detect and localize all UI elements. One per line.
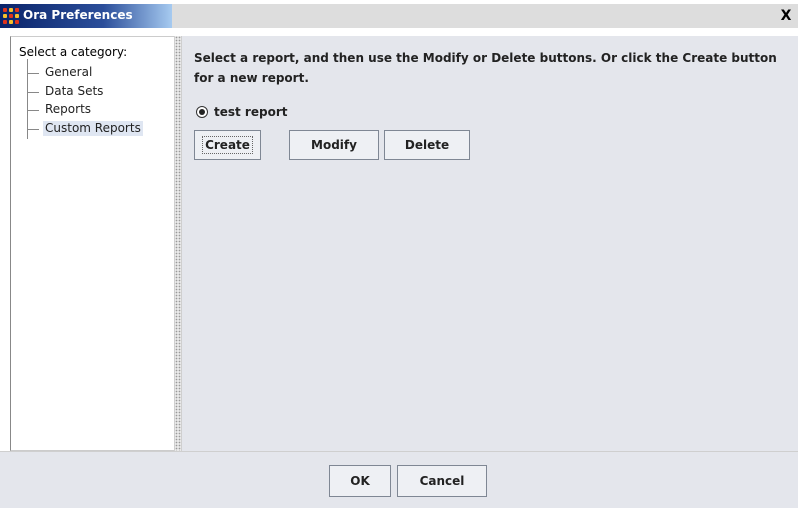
modify-button-label: Modify (311, 138, 357, 152)
tree-connector (27, 129, 39, 130)
custom-reports-panel: Select a report, and then use the Modify… (182, 36, 798, 451)
instructions-text: Select a report, and then use the Modify… (194, 51, 777, 85)
split-pane-divider[interactable] (174, 36, 182, 451)
cancel-button-label: Cancel (419, 474, 465, 488)
modify-button[interactable]: Modify (289, 130, 379, 160)
delete-button[interactable]: Delete (384, 130, 470, 160)
report-radio-option[interactable]: test report (196, 105, 287, 119)
tree-item-custom-reports[interactable]: Custom Reports (43, 121, 143, 136)
tree-connector (27, 73, 39, 74)
close-button[interactable]: X (778, 8, 794, 24)
title-bar-inactive (172, 4, 798, 28)
tree-item-general[interactable]: General (43, 65, 94, 80)
tree-connector (27, 92, 39, 93)
tree-item-reports[interactable]: Reports (43, 102, 93, 117)
delete-button-label: Delete (404, 138, 450, 152)
report-label: test report (214, 105, 288, 119)
category-tree: Select a category: General Data Sets Rep… (10, 36, 174, 451)
radio-selected-icon[interactable] (196, 106, 208, 118)
window-title: Ora Preferences (23, 8, 133, 22)
tree-item-data-sets[interactable]: Data Sets (43, 84, 105, 99)
create-button-label: Create (202, 136, 253, 154)
title-bar: Ora Preferences X (0, 4, 798, 28)
cancel-button[interactable]: Cancel (397, 465, 487, 497)
app-logo-icon (3, 8, 19, 24)
tree-connector (27, 59, 42, 139)
dialog-footer: OK Cancel (0, 451, 798, 508)
preferences-dialog: Ora Preferences X Select a category: Gen… (0, 0, 798, 508)
create-button[interactable]: Create (194, 130, 261, 160)
tree-root-label: Select a category: (19, 45, 128, 59)
ok-button[interactable]: OK (329, 465, 391, 497)
tree-connector (27, 110, 39, 111)
ok-button-label: OK (350, 474, 370, 488)
